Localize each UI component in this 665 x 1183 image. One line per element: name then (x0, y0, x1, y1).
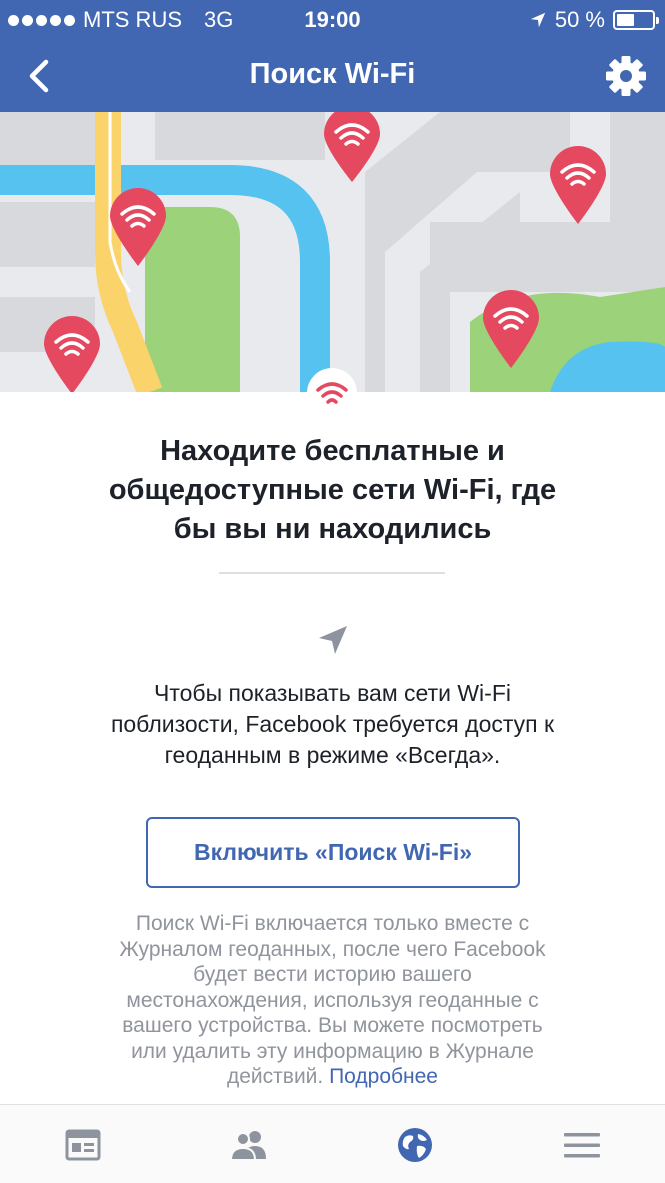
main-heading: Находите бесплатные и общедоступные сети… (40, 432, 625, 549)
wifi-pin-icon (483, 290, 539, 368)
footnote-line-last: действий. Подробнее (70, 1064, 595, 1090)
friends-icon[interactable] (229, 1125, 269, 1165)
page-title: Поиск Wi-Fi (249, 58, 416, 90)
heading-line: бы вы ни находились (173, 513, 492, 545)
news-feed-icon[interactable] (63, 1125, 103, 1165)
tab-bar (0, 1104, 665, 1183)
footnote-line: Поиск Wi-Fi включается только вместе с (135, 912, 530, 935)
globe-icon[interactable] (395, 1125, 435, 1165)
location-permission-description: Чтобы показывать вам сети Wi-Fi поблизос… (60, 678, 605, 771)
wifi-pin-icon (550, 146, 606, 224)
nav-bar: Поиск Wi-Fi (0, 38, 665, 112)
footnote-line: или удалить эту информацию в Журнале (131, 1039, 534, 1063)
location-history-footnote: Поиск Wi-Fi включается только вместе с Ж… (70, 911, 595, 1090)
status-right: 50 % (529, 7, 659, 33)
wifi-pin-icon (44, 316, 100, 392)
heading-line: общедоступные сети Wi-Fi, где (108, 474, 557, 506)
description-line: поблизости, Facebook требуется доступ к (110, 711, 555, 737)
battery-fill (617, 14, 634, 26)
heading-line: Находите бесплатные и (160, 435, 505, 467)
menu-icon[interactable] (562, 1125, 602, 1165)
divider (219, 572, 445, 574)
battery-icon (613, 10, 659, 30)
footnote-line: будет вести историю вашего (193, 963, 472, 986)
footnote-line: местонахождения, используя геоданные с (126, 988, 539, 1012)
center-wifi-badge (307, 368, 357, 418)
wifi-pin-icon (110, 188, 166, 266)
status-bar: MTS RUS 3G 19:00 50 % (0, 0, 665, 38)
footnote-line: действий. (227, 1065, 324, 1088)
description-line: геоданным в режиме «Всегда». (164, 742, 501, 768)
gear-icon[interactable] (605, 55, 647, 97)
footnote-line: Журналом геоданных, после чего Facebook (119, 937, 546, 961)
location-arrow-icon (530, 12, 546, 28)
wifi-icon (316, 382, 348, 404)
enable-wifi-search-button[interactable]: Включить «Поиск Wi-Fi» (146, 817, 520, 888)
wifi-pin-icon (324, 112, 380, 182)
battery-percent: 50 % (554, 7, 605, 32)
wifi-map-illustration (0, 112, 665, 392)
learn-more-link[interactable]: Подробнее (329, 1065, 438, 1088)
location-arrow-icon (319, 626, 347, 654)
footnote-line: вашего устройства. Вы можете посмотреть (122, 1014, 543, 1037)
description-line: Чтобы показывать вам сети Wi-Fi (154, 680, 511, 706)
